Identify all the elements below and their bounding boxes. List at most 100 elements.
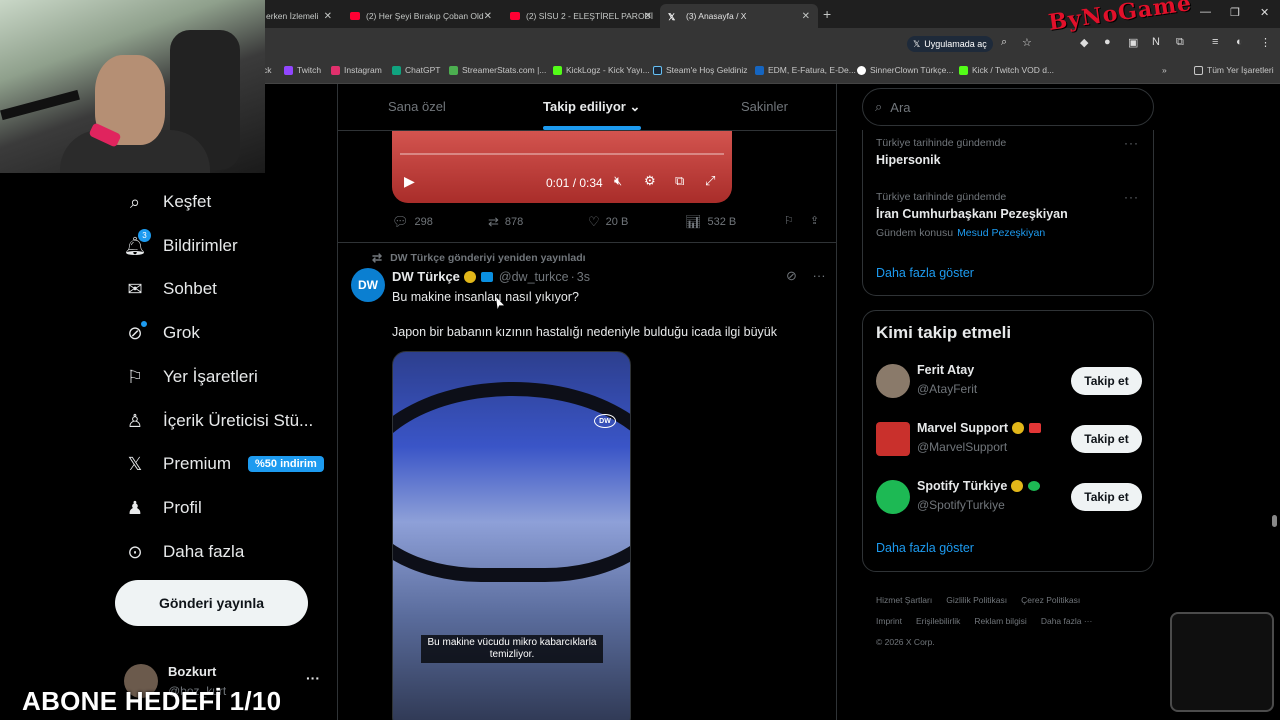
author-name[interactable]: DW Türkçe [392,269,460,284]
more-icon[interactable]: ··· [1124,190,1139,204]
avatar[interactable]: ◐ [1236,36,1243,48]
video-player[interactable]: ▶ 0:01 / 0:34 🔇︎ ⚙ ⧉ ⤢ [392,131,732,203]
star-icon[interactable]: ☆ [1022,36,1032,49]
sidebar-item-grok[interactable]: ⊘ Grok [124,319,200,347]
tab-residents[interactable]: Sakinler [741,99,788,114]
follow-button[interactable]: Takip et [1071,483,1142,511]
search-input[interactable]: ⌕ Ara [862,88,1154,126]
zoom-icon[interactable]: ⌕ [1001,36,1007,49]
extension-icon[interactable]: ▣ [1128,36,1138,49]
sidebar-item-bookmarks[interactable]: ⚐ Yer İşaretleri [124,363,258,391]
show-more-link[interactable]: Daha fazla göster [876,541,974,555]
browser-tab[interactable]: (2) SİSU 2 - ELEŞTİREL PARODİ ✕ [502,4,660,28]
chevron-right-icon[interactable]: » [1162,65,1167,75]
footer-link[interactable]: Çerez Politikası [1021,595,1080,605]
avatar[interactable]: DW [351,268,385,302]
post-button[interactable]: Gönderi yayınla [115,580,308,626]
bookmark[interactable]: Kick / Twitch VOD d... [959,65,1054,75]
follow-button[interactable]: Takip et [1071,367,1142,395]
browser-tab-active[interactable]: 𝕏 (3) Anasayfa / X ✕ [660,4,818,28]
tab-title: (3) Anasayfa / X [686,11,747,21]
extension-icon[interactable]: N [1152,36,1160,48]
sidebar-item-label: Profil [163,498,202,517]
all-bookmarks[interactable]: Tüm Yer İşaretleri [1194,65,1274,75]
minimize-icon[interactable]: — [1200,6,1211,18]
bookmark[interactable]: EDM, E-Fatura, E-De... [755,65,856,75]
sidebar-item-creator-studio[interactable]: ♙ İçerik Üreticisi Stü... [124,407,313,435]
extension-icon[interactable]: ● [1104,36,1111,48]
follow-suggestion[interactable]: Ferit Atay @AtayFerit Takip et [876,361,1142,403]
tab-for-you[interactable]: Sana özel [388,99,446,114]
steam-icon [653,65,662,75]
close-icon[interactable]: ✕ [324,11,332,22]
footer-link[interactable]: Imprint [876,616,902,626]
account-handle: @SpotifyTurkiye [917,498,1005,512]
sidebar-item-notifications[interactable]: 🔔︎ 3 Bildirimler [124,229,238,260]
fullscreen-icon[interactable]: ⤢ [705,173,715,189]
trends-panel: Türkiye tarihinde gündemde Hipersonik ··… [862,130,1154,296]
follow-suggestion[interactable]: Marvel Support @MarvelSupport Takip et [876,419,1142,461]
close-icon[interactable]: ✕ [802,11,810,22]
video-progress-bar[interactable] [400,153,724,155]
trend-name[interactable]: Hipersonik [876,153,941,167]
close-window-icon[interactable]: ✕ [1260,6,1269,19]
x-logo-icon: 𝕏 [668,12,676,22]
bookmark[interactable]: Steam'e Hoş Geldiniz [653,65,747,75]
close-icon[interactable]: ✕ [644,11,652,22]
media-icon[interactable]: ≡ [1212,36,1218,48]
repost-button[interactable]: ⇄ 878 [488,214,523,230]
show-more-link[interactable]: Daha fazla göster [876,266,974,280]
bookmark[interactable]: Twitch [284,65,321,75]
kick-icon [553,65,562,75]
puzzle-icon[interactable]: ⧉ [1176,36,1184,49]
menu-icon[interactable]: ⋮ [1260,36,1271,49]
reply-button[interactable]: 💬︎ 298 [392,214,433,230]
browser-tab[interactable]: (2) Her Şeyi Bırakıp Çoban Old ✕ [342,4,500,28]
footer-link[interactable]: Daha fazla ··· [1041,616,1093,626]
pip-icon[interactable]: ⧉ [675,173,684,189]
bookmark[interactable]: Instagram [331,65,382,75]
bookmark[interactable]: KickLogz - Kick Yayı... [553,65,650,75]
play-icon[interactable]: ▶ [404,173,415,190]
sidebar-item-premium[interactable]: 𝕏 Premium %50 indirim [124,450,324,478]
follow-suggestion[interactable]: Spotify Türkiye @SpotifyTurkiye Takip et [876,477,1142,519]
bookmark[interactable]: SinnerClown Türkçe... [857,65,953,75]
like-button[interactable]: ♡ 20 B [588,214,628,230]
close-icon[interactable]: ✕ [484,11,492,22]
more-icon[interactable]: ··· [306,670,320,686]
sidebar-item-more[interactable]: ⊙ Daha fazla [124,538,244,566]
tweet-video[interactable]: DW Bu makine vücudu mikro kabarcıklarla … [392,351,631,720]
who-to-follow-panel: Kimi takip etmeli Ferit Atay @AtayFerit … [862,310,1154,572]
scrollbar[interactable] [1272,515,1277,527]
new-tab-button[interactable]: + [823,6,831,22]
chatgpt-icon [392,65,401,75]
sidebar-item-chat[interactable]: ✉ Sohbet [124,275,216,303]
tweet-time[interactable]: 3s [577,270,590,284]
footer-link[interactable]: Gizlilik Politikası [946,595,1007,605]
trend-topic-link[interactable]: Mesud Pezeşkiyan [957,227,1045,239]
more-icon[interactable]: ··· [1124,136,1139,150]
extension-icon[interactable]: ◆ [1080,36,1088,49]
maximize-icon[interactable]: ❐ [1230,6,1240,19]
trend-name[interactable]: İran Cumhurbaşkanı Pezeşkiyan [876,207,1068,221]
open-in-app-button[interactable]: 𝕏 Uygulamada aç [907,36,993,52]
bookmark-icon[interactable]: ⚐ [784,214,794,227]
bookmark[interactable]: ChatGPT [392,65,440,75]
grok-icon[interactable]: ⊘ [786,268,797,283]
share-icon[interactable]: ⇪ [810,214,819,227]
footer-link[interactable]: Reklam bilgisi [974,616,1026,626]
author-handle[interactable]: @dw_turkce [499,270,569,284]
footer-link[interactable]: Erişilebilirlik [916,616,960,626]
more-icon[interactable]: ··· [813,268,826,283]
sidebar-item-profile[interactable]: ♟ Profil [124,494,202,522]
settings-icon[interactable]: ⚙ [644,173,656,189]
bookmark[interactable]: StreamerStats.com |... [449,65,546,75]
sidebar-item-explore[interactable]: ⌕ Keşfet [124,188,211,216]
mute-icon[interactable]: 🔇︎ [614,173,622,189]
browser-tab[interactable]: erken İzlemeli ✕ [258,4,340,28]
views-button[interactable]: 📊︎ 532 B [685,214,736,230]
follow-button[interactable]: Takip et [1071,425,1142,453]
bookmark-label: Tüm Yer İşaretleri [1207,65,1274,75]
tab-following[interactable]: Takip ediliyor ⌄ [543,99,640,115]
footer-link[interactable]: Hizmet Şartları [876,595,932,605]
